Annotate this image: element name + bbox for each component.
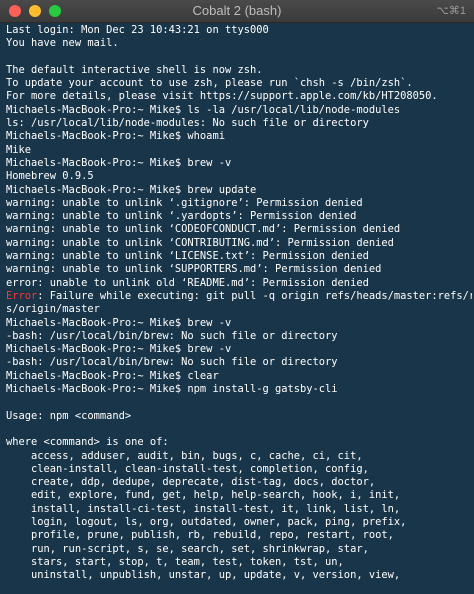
terminal-line: login, logout, ls, org, outdated, owner,… bbox=[6, 516, 472, 529]
terminal-line: access, adduser, audit, bin, bugs, c, ca… bbox=[6, 450, 472, 463]
error-prefix: Error bbox=[6, 289, 38, 302]
terminal-line-text: create, ddp, dedupe, deprecate, dist-tag… bbox=[6, 476, 376, 489]
terminal-line-text: install, install-ci-test, install-test, … bbox=[6, 502, 401, 515]
terminal-line-text: access, adduser, audit, bin, bugs, c, ca… bbox=[6, 449, 363, 462]
terminal-line: Michaels-MacBook-Pro:~ Mike$ brew -v bbox=[6, 343, 472, 356]
terminal-line: uninstall, unpublish, unstar, up, update… bbox=[6, 569, 472, 582]
terminal-line: Michaels-MacBook-Pro:~ Mike$ clear bbox=[6, 370, 472, 383]
terminal-line-text: Michaels-MacBook-Pro:~ Mike$ brew update bbox=[6, 183, 257, 196]
terminal-line-text: clean-install, clean-install-test, compl… bbox=[6, 462, 369, 475]
terminal-line-text: Michaels-MacBook-Pro:~ Mike$ clear bbox=[6, 369, 219, 382]
terminal-line: warning: unable to unlink ‘CODEOFCONDUCT… bbox=[6, 223, 472, 236]
terminal-line-text: You have new mail. bbox=[6, 37, 119, 50]
terminal-line: Error: Failure while executing: git pull… bbox=[6, 290, 472, 303]
terminal-line: s/origin/master bbox=[6, 303, 472, 316]
terminal-line-text: -bash: /usr/local/bin/brew: No such file… bbox=[6, 329, 338, 342]
terminal-line: clean-install, clean-install-test, compl… bbox=[6, 463, 472, 476]
terminal-line-text: warning: unable to unlink ‘.gitignore’: … bbox=[6, 196, 363, 209]
terminal-line-text: warning: unable to unlink ‘LICENSE.txt’:… bbox=[6, 250, 369, 263]
terminal-line-text: Last login: Mon Dec 23 10:43:21 on ttys0… bbox=[6, 24, 269, 36]
terminal-line: Last login: Mon Dec 23 10:43:21 on ttys0… bbox=[6, 24, 472, 37]
terminal-line: Michaels-MacBook-Pro:~ Mike$ brew update bbox=[6, 184, 472, 197]
terminal-line-text: : Failure while executing: git pull -q o… bbox=[37, 289, 472, 302]
terminal-line: create, ddp, dedupe, deprecate, dist-tag… bbox=[6, 476, 472, 489]
window-shortcut: ⌥⌘1 bbox=[436, 5, 466, 17]
terminal-line-text: Homebrew 0.9.5 bbox=[6, 170, 94, 183]
terminal-output[interactable]: Last login: Mon Dec 23 10:43:21 on ttys0… bbox=[6, 24, 472, 592]
terminal-line: For more details, please visit https://s… bbox=[6, 90, 472, 103]
terminal-line: warning: unable to unlink ‘SUPPORTERS.md… bbox=[6, 263, 472, 276]
terminal-line: Michaels-MacBook-Pro:~ Mike$ whoami bbox=[6, 130, 472, 143]
terminal-line: To update your account to use zsh, pleas… bbox=[6, 77, 472, 90]
terminal-line: error: unable to unlink old ‘README.md’:… bbox=[6, 277, 472, 290]
terminal-line: You have new mail. bbox=[6, 37, 472, 50]
title-bar[interactable]: Cobalt 2 (bash) ⌥⌘1 bbox=[0, 0, 474, 23]
terminal-line-text: Michaels-MacBook-Pro:~ Mike$ ls -la /usr… bbox=[6, 103, 401, 116]
terminal-line: Michaels-MacBook-Pro:~ Mike$ brew -v bbox=[6, 157, 472, 170]
terminal-window: Cobalt 2 (bash) ⌥⌘1 Last login: Mon Dec … bbox=[0, 0, 474, 594]
terminal-line-text: warning: unable to unlink ‘CONTRIBUTING.… bbox=[6, 236, 394, 249]
terminal-line: Homebrew 0.9.5 bbox=[6, 170, 472, 183]
terminal-line-text: For more details, please visit https://s… bbox=[6, 90, 438, 103]
terminal-line-text: Michaels-MacBook-Pro:~ Mike$ brew -v bbox=[6, 343, 232, 356]
terminal-line: where <command> is one of: bbox=[6, 436, 472, 449]
terminal-line: Michaels-MacBook-Pro:~ Mike$ ls -la /usr… bbox=[6, 104, 472, 117]
terminal-line-text: warning: unable to unlink ‘SUPPORTERS.md… bbox=[6, 263, 382, 276]
terminal-line-text: warning: unable to unlink ‘CODEOFCONDUCT… bbox=[6, 223, 401, 236]
terminal-line-text: The default interactive shell is now zsh… bbox=[6, 63, 263, 76]
terminal-line-text: where <command> is one of: bbox=[6, 436, 169, 449]
terminal-line-text: error: unable to unlink old ‘README.md’:… bbox=[6, 276, 369, 289]
terminal-line: profile, prune, publish, rb, rebuild, re… bbox=[6, 529, 472, 542]
terminal-line-text: ls: /usr/local/lib/node-modules: No such… bbox=[6, 117, 369, 130]
terminal-line-text: warning: unable to unlink ‘.yardopts’: P… bbox=[6, 210, 357, 223]
terminal-line-text: To update your account to use zsh, pleas… bbox=[6, 77, 413, 90]
terminal-line-text: Usage: npm <command> bbox=[6, 409, 132, 422]
terminal-line: The default interactive shell is now zsh… bbox=[6, 64, 472, 77]
terminal-line: run, run-script, s, se, search, set, shr… bbox=[6, 543, 472, 556]
terminal-line: ls: /usr/local/lib/node-modules: No such… bbox=[6, 117, 472, 130]
terminal-line: warning: unable to unlink ‘.gitignore’: … bbox=[6, 197, 472, 210]
terminal-line-text: Michaels-MacBook-Pro:~ Mike$ whoami bbox=[6, 130, 225, 143]
terminal-line-text: Michaels-MacBook-Pro:~ Mike$ brew -v bbox=[6, 156, 232, 169]
terminal-line-text: profile, prune, publish, rb, rebuild, re… bbox=[6, 529, 394, 542]
terminal-line: warning: unable to unlink ‘LICENSE.txt’:… bbox=[6, 250, 472, 263]
terminal-line: warning: unable to unlink ‘.yardopts’: P… bbox=[6, 210, 472, 223]
terminal-line-text: edit, explore, fund, get, help, help-sea… bbox=[6, 489, 401, 502]
terminal-line: Usage: npm <command> bbox=[6, 410, 472, 423]
terminal-line: Mike bbox=[6, 144, 472, 157]
terminal-line-text: Mike bbox=[6, 143, 32, 156]
terminal-line: edit, explore, fund, get, help, help-sea… bbox=[6, 489, 472, 502]
terminal-line-text: uninstall, unpublish, unstar, up, update… bbox=[6, 569, 401, 582]
terminal-line-text: login, logout, ls, org, outdated, owner,… bbox=[6, 515, 407, 528]
terminal-line-text: stars, start, stop, t, team, test, token… bbox=[6, 555, 344, 568]
terminal-line: install, install-ci-test, install-test, … bbox=[6, 503, 472, 516]
terminal-line-text: Michaels-MacBook-Pro:~ Mike$ npm install… bbox=[6, 383, 338, 396]
terminal-line-text: run, run-script, s, se, search, set, shr… bbox=[6, 542, 369, 555]
terminal-line-text: -bash: /usr/local/bin/brew: No such file… bbox=[6, 356, 338, 369]
window-title: Cobalt 2 (bash) bbox=[192, 3, 282, 18]
terminal-line: stars, start, stop, t, team, test, token… bbox=[6, 556, 472, 569]
terminal-line: -bash: /usr/local/bin/brew: No such file… bbox=[6, 330, 472, 343]
terminal-line: Michaels-MacBook-Pro:~ Mike$ brew -v bbox=[6, 317, 472, 330]
terminal-line: Michaels-MacBook-Pro:~ Mike$ npm install… bbox=[6, 383, 472, 396]
terminal-line: -bash: /usr/local/bin/brew: No such file… bbox=[6, 356, 472, 369]
terminal-line-text: s/origin/master bbox=[6, 303, 100, 316]
terminal-line: warning: unable to unlink ‘CONTRIBUTING.… bbox=[6, 237, 472, 250]
terminal-line-text: Michaels-MacBook-Pro:~ Mike$ brew -v bbox=[6, 316, 232, 329]
